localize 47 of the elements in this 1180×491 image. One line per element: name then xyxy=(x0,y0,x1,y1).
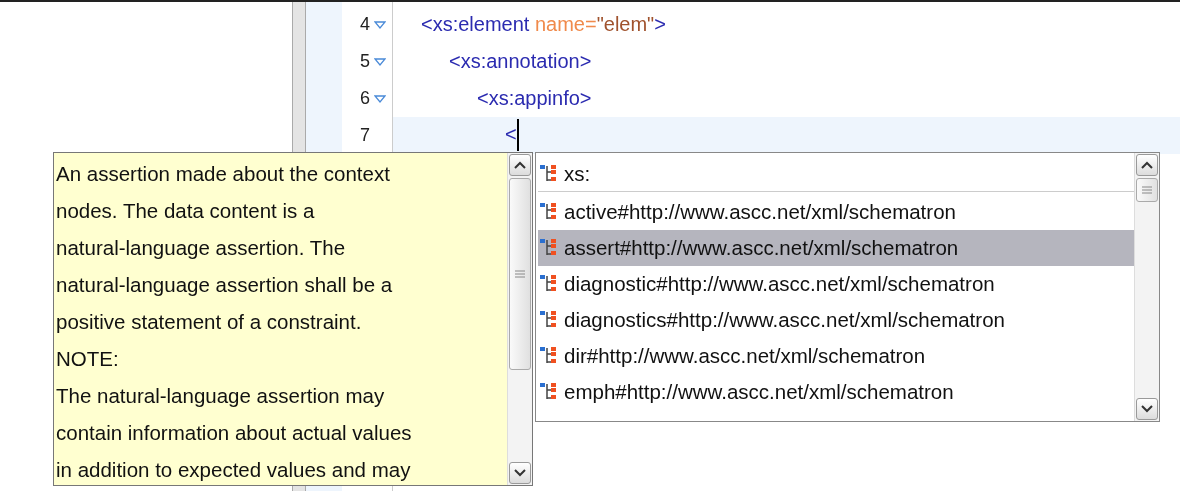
line-number: 5 xyxy=(360,51,370,72)
line-number: 4 xyxy=(360,14,370,35)
fold-triangle-icon[interactable] xyxy=(374,57,386,66)
completion-item[interactable]: dir#http://www.ascc.net/xml/schematron xyxy=(538,338,1134,374)
code-text: <xs:element name="elem"> xyxy=(421,12,666,37)
completion-item[interactable]: diagnostic#http://www.ascc.net/xml/schematron xyxy=(538,266,1134,302)
item-label: assert#http://www.ascc.net/xml/schematron xyxy=(564,236,959,260)
item-label: diagnostic#http://www.ascc.net/xml/schematron xyxy=(564,272,995,296)
completion-item[interactable]: assert#http://www.ascc.net/xml/schematron xyxy=(538,230,1134,266)
text-caret xyxy=(516,118,519,151)
fold-triangle-icon[interactable] xyxy=(374,20,386,29)
item-label: dir#http://www.ascc.net/xml/schematron xyxy=(564,344,926,368)
item-label: diagnostics#http://www.ascc.net/xml/schematron xyxy=(564,308,1005,332)
completion-item[interactable]: active#http://www.ascc.net/xml/schematron xyxy=(538,194,1134,230)
completion-item[interactable]: xs: xyxy=(538,157,1134,192)
tooltip-text: An assertion made about the context nodes. The data content is a natural-language assertion. The natural-language assertion shall be a positive statement of a constraint. xyxy=(56,161,394,335)
element-tree-icon xyxy=(540,274,558,294)
tooltip-text: The natural-language assertion may contain information about actual values in addition to expected values and may xyxy=(56,383,413,483)
item-label: active#http://www.ascc.net/xml/schematron xyxy=(564,200,956,224)
chevron-down-icon xyxy=(514,469,526,477)
line-number: 7 xyxy=(360,125,370,146)
element-tree-icon xyxy=(540,310,558,330)
line-number: 6 xyxy=(360,88,370,109)
code-text: <xs:appinfo> xyxy=(477,86,592,111)
element-tree-icon xyxy=(540,346,558,366)
scroll-up-button[interactable] xyxy=(1136,154,1158,176)
chevron-up-icon xyxy=(514,161,526,169)
item-label: emph#http://www.ascc.net/xml/schematron xyxy=(564,380,954,404)
scroll-up-button[interactable] xyxy=(509,154,531,176)
code-text: <xs:annotation> xyxy=(449,49,592,74)
chevron-up-icon xyxy=(1141,161,1153,169)
element-tree-icon xyxy=(540,202,558,222)
tooltip-text: NOTE: xyxy=(56,346,120,372)
element-tree-icon xyxy=(540,238,558,258)
scrollbar-thumb[interactable] xyxy=(1136,178,1158,202)
item-label: xs: xyxy=(564,162,591,186)
element-tree-icon xyxy=(540,164,558,184)
completion-item[interactable]: diagnostics#http://www.ascc.net/xml/schematron xyxy=(538,302,1134,338)
grip-icon xyxy=(1142,186,1152,194)
fold-triangle-icon[interactable] xyxy=(374,94,386,103)
scroll-down-button[interactable] xyxy=(1136,398,1158,420)
scrollbar-thumb[interactable] xyxy=(509,178,531,370)
grip-icon xyxy=(515,270,525,278)
completion-item[interactable]: emph#http://www.ascc.net/xml/schematron xyxy=(538,374,1134,410)
scroll-down-button[interactable] xyxy=(509,462,531,484)
element-tree-icon xyxy=(540,382,558,402)
chevron-down-icon xyxy=(1141,405,1153,413)
